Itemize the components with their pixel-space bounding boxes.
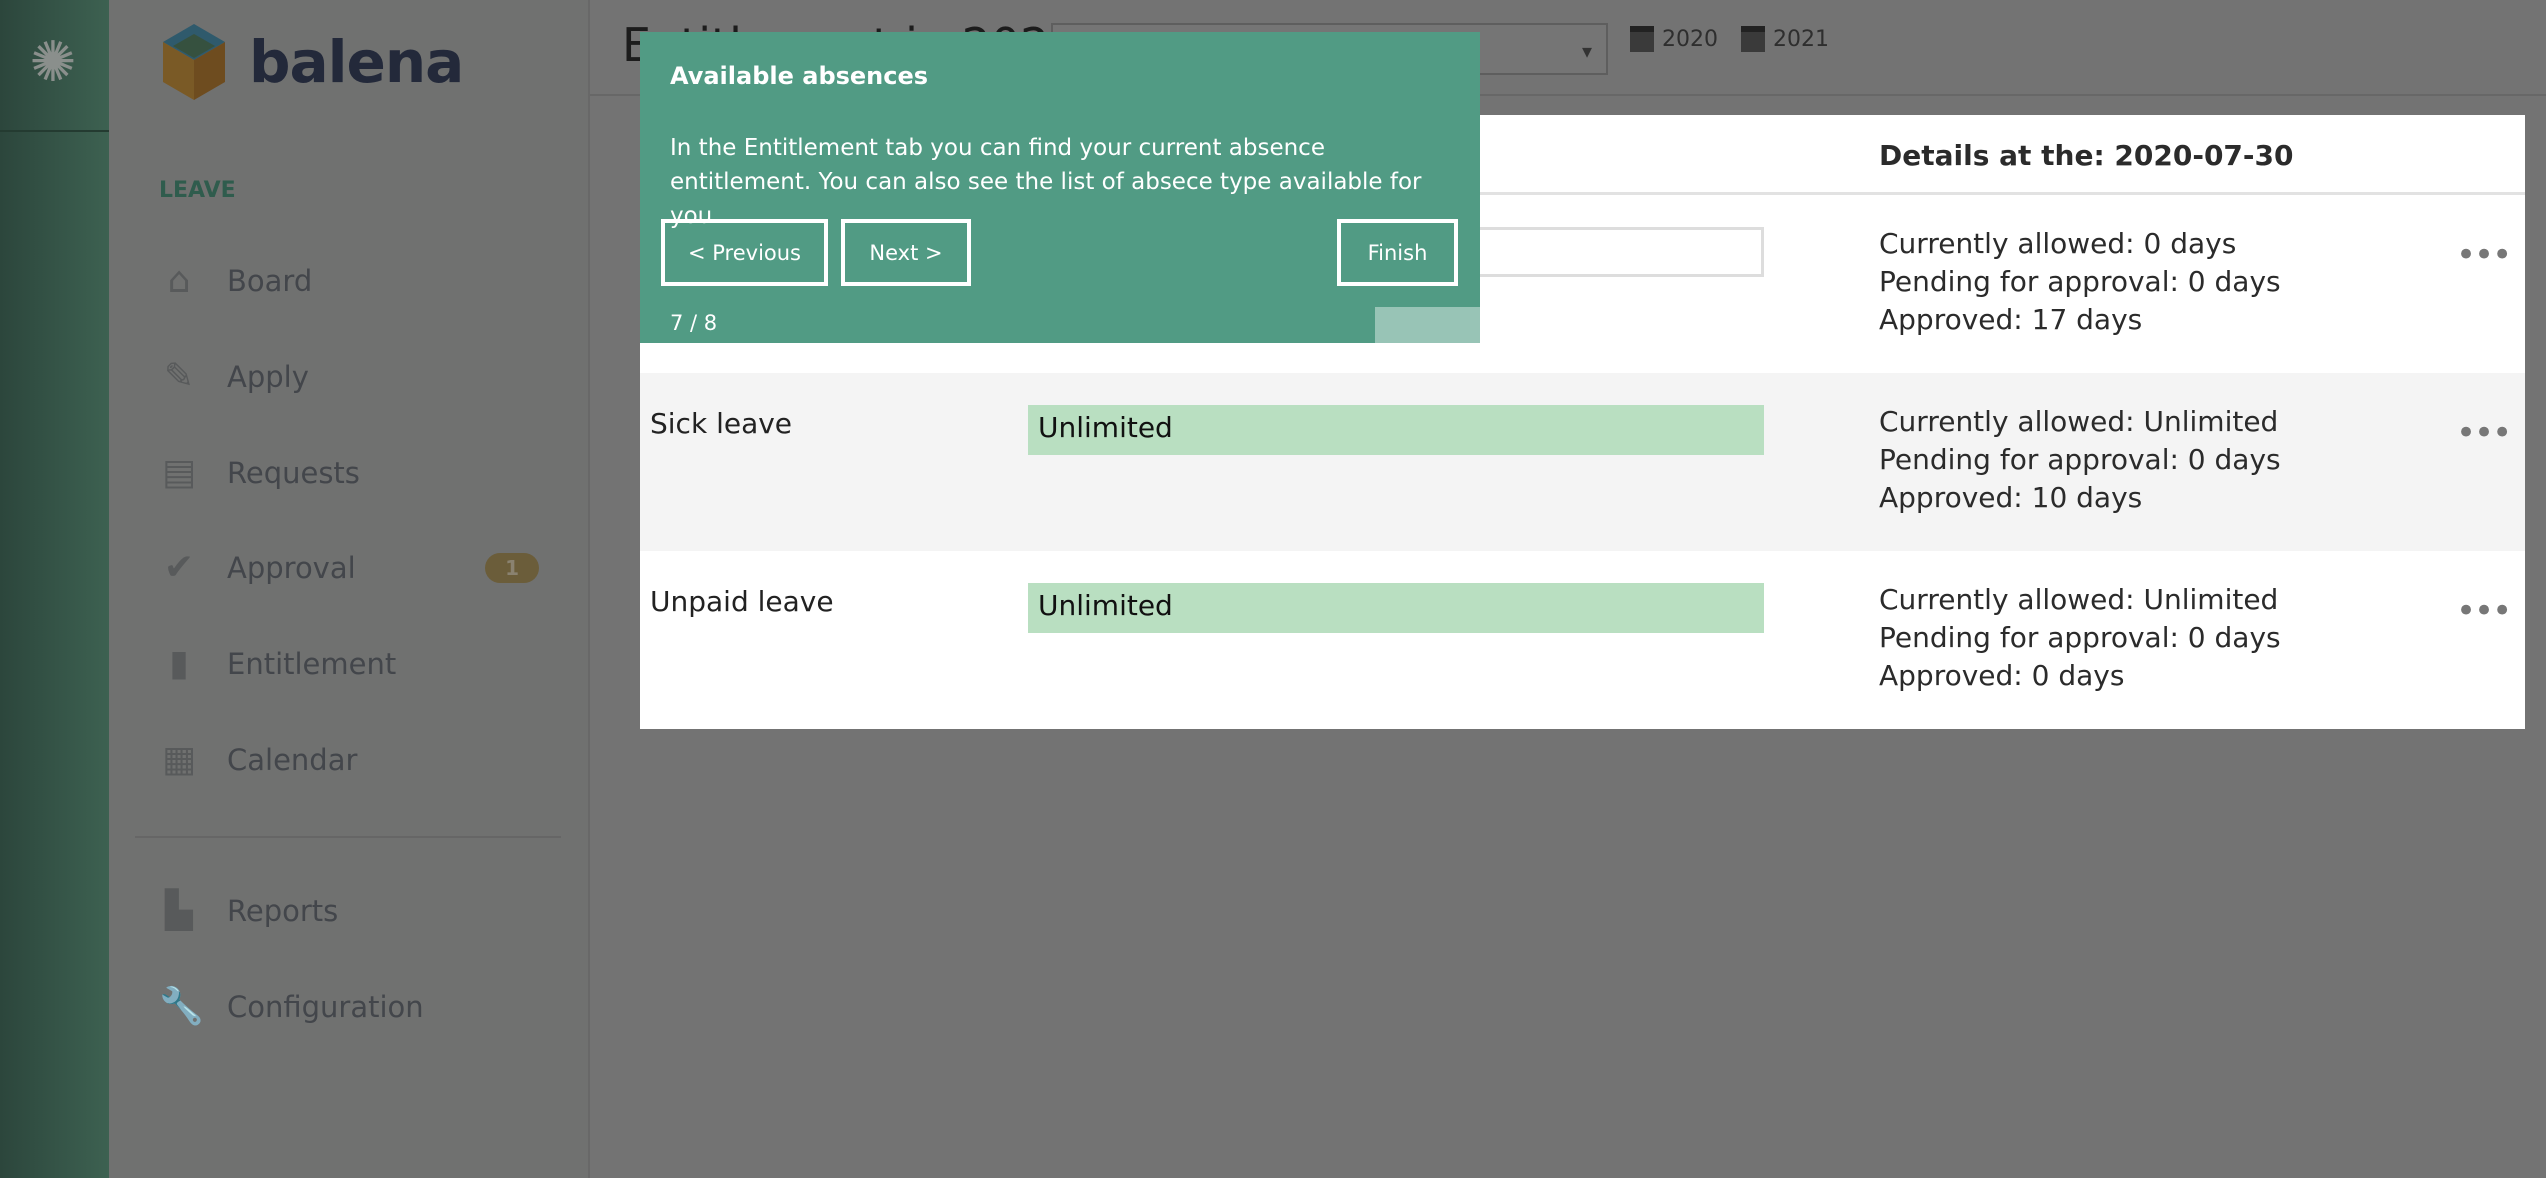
more-options-icon[interactable]: •••: [2456, 235, 2512, 275]
row-details: Currently allowed: Unlimited Pending for …: [1879, 581, 2281, 695]
sidebar-item-label: Approval: [227, 551, 356, 585]
sidebar-item-label: Board: [227, 264, 313, 298]
sidebar-item-board[interactable]: ⌂ Board: [159, 256, 539, 306]
entitlement-bar: Unlimited: [1028, 405, 1764, 455]
sidebar-item-label: Reports: [227, 894, 339, 928]
leave-type-name: Sick leave: [650, 407, 793, 440]
app-rail: ✺: [0, 0, 109, 1178]
sidebar-item-reports[interactable]: ▙ Reports: [159, 886, 539, 936]
previous-button[interactable]: < Previous: [661, 219, 828, 286]
leave-type-name: Unpaid leave: [650, 585, 834, 618]
approval-count-badge: 1: [485, 553, 539, 583]
rail-divider: [0, 130, 109, 132]
reports-icon: ▙: [165, 890, 193, 931]
currently-allowed: Currently allowed: Unlimited: [1879, 405, 2279, 438]
year-2021-link[interactable]: 2021: [1741, 26, 1829, 52]
tour-text: In the Entitlement tab you can find your…: [670, 135, 1422, 229]
details-header: Details at the: 2020-07-30: [1879, 139, 2294, 172]
sidebar-item-label: Entitlement: [227, 647, 397, 681]
app-switcher-icon[interactable]: ✺: [14, 28, 92, 98]
tour-progress-remainder: [1375, 307, 1480, 343]
row-details: Currently allowed: Unlimited Pending for …: [1879, 403, 2281, 517]
pencil-icon: ✎: [163, 356, 195, 397]
year-2020-link[interactable]: 2020: [1630, 26, 1718, 52]
tour-title: Available absences: [670, 62, 929, 90]
row-details: Currently allowed: 0 days Pending for app…: [1879, 225, 2281, 339]
tour-popover: Available absences In the Entitlement ta…: [640, 32, 1480, 343]
sidebar-item-label: Apply: [227, 360, 309, 394]
currently-allowed: Currently allowed: Unlimited: [1879, 583, 2279, 616]
pending-approval: Pending for approval: 0 days: [1879, 443, 2281, 476]
next-button[interactable]: Next >: [841, 219, 971, 286]
sidebar-item-approval[interactable]: ✔ Approval 1: [159, 543, 539, 593]
chevron-down-icon: ▾: [1581, 39, 1592, 63]
sidebar-item-label: Calendar: [227, 743, 358, 777]
sidebar-item-configuration[interactable]: 🔧 Configuration: [159, 982, 539, 1032]
calendar-icon: [1630, 26, 1654, 52]
document-icon: ▤: [161, 452, 196, 493]
currently-allowed: Currently allowed: 0 days: [1879, 227, 2237, 260]
table-row: Sick leave Unlimited Currently allowed: …: [640, 373, 2525, 551]
sidebar-item-calendar[interactable]: ▦ Calendar: [159, 735, 539, 785]
brand-name: balena: [249, 28, 464, 96]
balena-cube-icon: [163, 24, 225, 100]
sidebar: balena LEAVE ⌂ Board ✎ Apply ▤ Requests ✔ Ap…: [109, 0, 590, 1178]
sidebar-item-entitlement[interactable]: ▮ Entitlement: [159, 639, 539, 689]
sidebar-item-label: Configuration: [227, 990, 424, 1024]
more-options-icon[interactable]: •••: [2456, 413, 2512, 453]
pending-approval: Pending for approval: 0 days: [1879, 265, 2281, 298]
bar-chart-icon: ▮: [169, 643, 189, 684]
calendar-icon: ▦: [161, 739, 196, 780]
tour-step-counter: 7 / 8: [670, 311, 718, 335]
calendar-icon: [1741, 26, 1765, 52]
entitlement-bar: Unlimited: [1028, 583, 1764, 633]
more-options-icon[interactable]: •••: [2456, 591, 2512, 631]
year-label: 2020: [1662, 26, 1718, 52]
table-row: Unpaid leave Unlimited Currently allowed…: [640, 551, 2525, 729]
year-label: 2021: [1773, 26, 1829, 52]
sidebar-item-requests[interactable]: ▤ Requests: [159, 448, 539, 498]
approved: Approved: 17 days: [1879, 303, 2143, 336]
pending-approval: Pending for approval: 0 days: [1879, 621, 2281, 654]
sidebar-divider: [135, 836, 561, 838]
wrench-icon: 🔧: [159, 986, 204, 1027]
finish-button[interactable]: Finish: [1337, 219, 1458, 286]
sidebar-item-apply[interactable]: ✎ Apply: [159, 352, 539, 402]
approved: Approved: 0 days: [1879, 659, 2125, 692]
logo[interactable]: balena: [159, 22, 464, 102]
sidebar-item-label: Requests: [227, 456, 360, 490]
approved: Approved: 10 days: [1879, 481, 2143, 514]
check-circle-icon: ✔: [163, 547, 195, 588]
section-label-leave: LEAVE: [159, 178, 236, 203]
home-icon: ⌂: [167, 260, 191, 301]
